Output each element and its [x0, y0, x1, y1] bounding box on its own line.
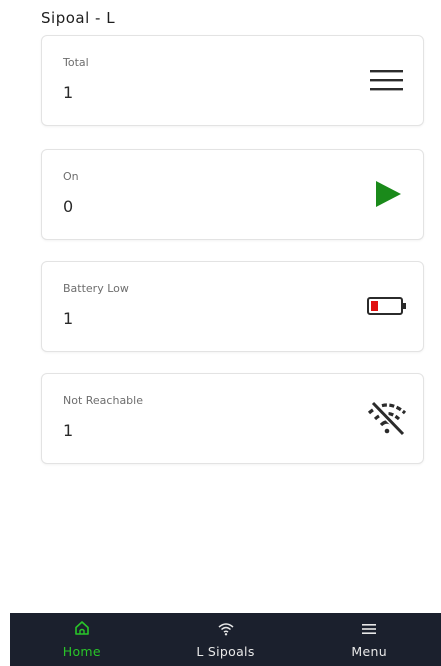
app-screen: Sipoal - L Total 1 On 0 Battery Low 1 No… [10, 0, 441, 666]
home-icon [74, 620, 90, 640]
not-reachable-label: Not Reachable [63, 394, 143, 407]
nav-item-home[interactable]: Home [10, 613, 154, 666]
battery-low-icon [367, 288, 407, 324]
menu-icon [361, 621, 377, 640]
nav-label-menu: Menu [351, 643, 387, 659]
list-icon [367, 62, 407, 98]
total-label: Total [63, 56, 89, 69]
nav-item-menu[interactable]: Menu [297, 613, 441, 666]
battery-low-label: Battery Low [63, 282, 129, 295]
wifi-icon [218, 621, 234, 640]
nav-label-home: Home [62, 644, 101, 659]
page-title: Sipoal - L [41, 9, 116, 27]
not-reachable-value: 1 [63, 421, 75, 440]
total-card[interactable]: Total 1 [41, 35, 424, 126]
on-value: 0 [63, 197, 75, 216]
nav-label-l-sipoals: L Sipoals [196, 643, 255, 659]
battery-low-card[interactable]: Battery Low 1 [41, 261, 424, 352]
total-value: 1 [63, 83, 75, 102]
nav-item-l-sipoals[interactable]: L Sipoals [154, 613, 298, 666]
on-card[interactable]: On 0 [41, 149, 424, 240]
play-icon [367, 176, 407, 212]
wifi-off-icon [367, 400, 407, 436]
on-label: On [63, 170, 79, 183]
battery-low-value: 1 [63, 309, 75, 328]
not-reachable-card[interactable]: Not Reachable 1 [41, 373, 424, 464]
bottom-nav: Home L Sipoals Menu [10, 613, 441, 666]
